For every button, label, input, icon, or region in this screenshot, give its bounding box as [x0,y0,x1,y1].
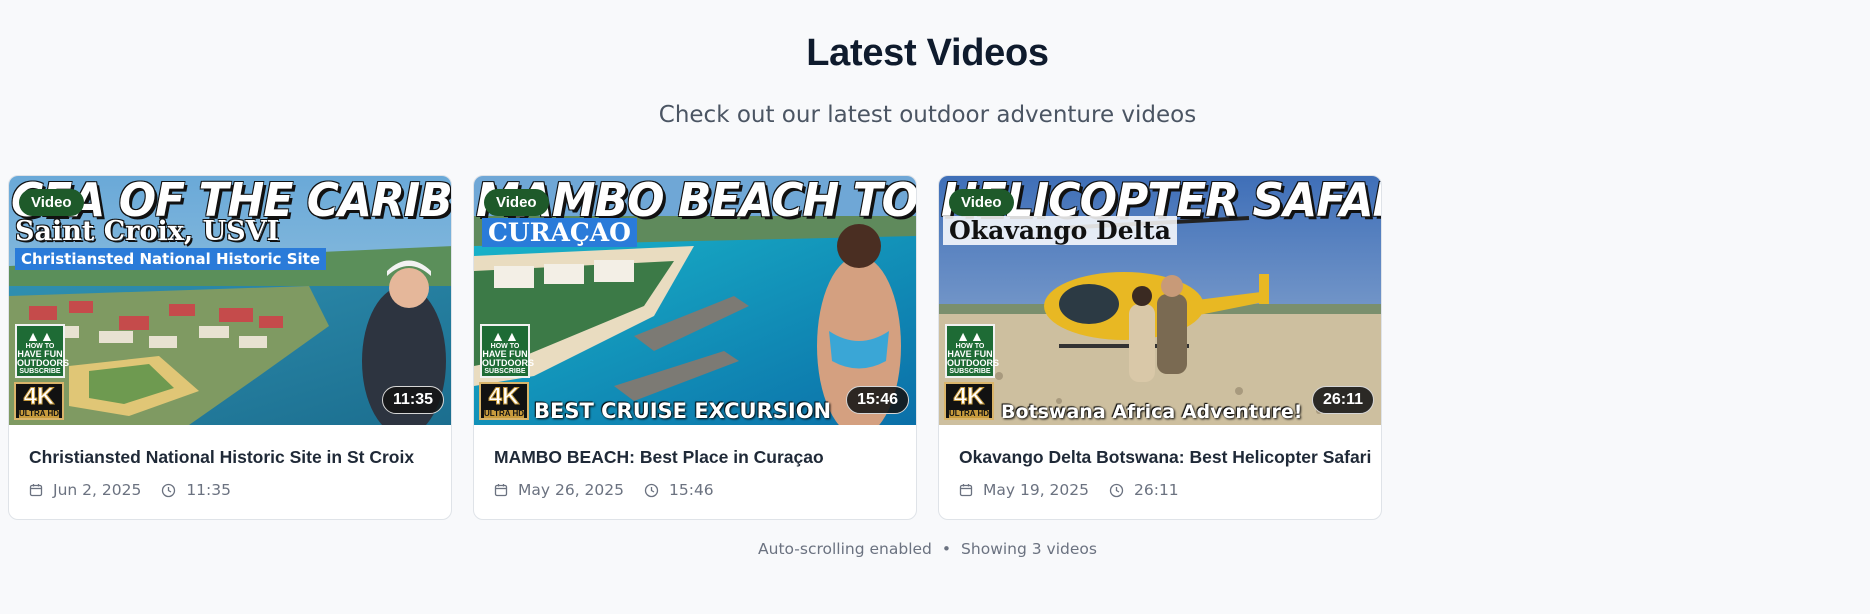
quality-4k-badge: 4K ULTRA HD [14,382,64,420]
section-subtitle: Check out our latest outdoor adventure v… [658,102,1197,128]
clock-icon [644,483,659,497]
video-duration: 15:46 [669,481,714,499]
video-type-badge: Video [484,189,549,216]
thumbnail-caption-text: BEST CRUISE EXCURSION [534,399,832,423]
duration-badge: 15:46 [846,386,909,414]
video-card[interactable]: CEA OF THE CARIBBEAN! Saint Croix, USVI … [8,175,452,520]
video-thumbnail[interactable]: CEA OF THE CARIBBEAN! Saint Croix, USVI … [9,176,451,425]
channel-logo: ▲▲ HOW TO HAVE FUN OUTDOORS SUBSCRIBE [945,324,1000,378]
quality-ultrahd-label: ULTRA HD [949,409,989,418]
quality-4k-label: 4K [23,383,55,410]
channel-logo-line: SUBSCRIBE [949,368,991,375]
quality-4k-badge: 4K ULTRA HD [479,382,529,420]
video-thumbnail[interactable]: HELICOPTER SAFARI! Okavango Delta Video … [939,176,1381,425]
calendar-icon [959,484,973,497]
video-type-badge: Video [949,189,1014,216]
thumbnail-place-text: CURAÇAO [482,218,637,247]
video-meta: May 26, 2025 15:46 [494,481,714,499]
video-date: Jun 2, 2025 [53,481,142,499]
thumbnail-caption-text: Botswana Africa Adventure! [1001,401,1303,423]
calendar-icon [494,484,508,497]
latest-videos-section: Latest Videos Check out our latest outdo… [0,0,1870,614]
thumbnail-subtitle-text: Christiansted National Historic Site [15,248,326,270]
channel-logo: ▲▲ HOW TO HAVE FUN OUTDOORS SUBSCRIBE [480,324,535,378]
mountain-icon: ▲▲ [491,328,519,344]
channel-logo-line: OUTDOORS [947,358,1000,368]
mountain-icon: ▲▲ [26,328,54,344]
duration-badge: 26:11 [1311,386,1374,414]
video-title[interactable]: MAMBO BEACH: Best Place in Curaçao [494,447,824,468]
video-title[interactable]: Christiansted National Historic Site in … [29,447,414,468]
video-duration: 11:35 [186,481,231,499]
video-type-badge: Video [19,189,84,216]
quality-ultrahd-label: ULTRA HD [484,409,524,418]
autoscroll-status-text: Auto-scrolling enabled [758,540,932,558]
video-date: May 26, 2025 [518,481,624,499]
calendar-icon [29,484,43,497]
thumbnail-place-text: Okavango Delta [943,216,1177,245]
video-duration: 26:11 [1134,481,1179,499]
video-meta: Jun 2, 2025 11:35 [29,481,231,499]
video-count-text: Showing 3 videos [961,540,1097,558]
video-date: May 19, 2025 [983,481,1089,499]
clock-icon [1109,483,1124,497]
separator-dot: • [941,540,952,558]
channel-logo-line: OUTDOORS [482,358,535,368]
video-card[interactable]: MAMBO BEACH TOUR! CURAÇAO Video ▲▲ HOW T… [473,175,917,520]
clock-icon [162,483,176,497]
section-title: Latest Videos [806,32,1049,74]
video-meta: May 19, 2025 26:11 [959,481,1179,499]
channel-logo-line: SUBSCRIBE [484,368,526,375]
video-thumbnail[interactable]: MAMBO BEACH TOUR! CURAÇAO Video ▲▲ HOW T… [474,176,916,425]
quality-4k-label: 4K [488,383,520,410]
video-title[interactable]: Okavango Delta Botswana: Best Helicopter… [959,447,1371,468]
video-card[interactable]: HELICOPTER SAFARI! Okavango Delta Video … [938,175,1382,520]
channel-logo-line: SUBSCRIBE [19,368,61,375]
mountain-icon: ▲▲ [956,328,984,344]
quality-ultrahd-label: ULTRA HD [19,409,59,418]
video-carousel: CEA OF THE CARIBBEAN! Saint Croix, USVI … [8,175,1382,520]
thumbnail-place-text: Saint Croix, USVI [15,216,280,247]
carousel-status: Auto-scrolling enabled • Showing 3 videos [0,540,1855,558]
channel-logo: ▲▲ HOW TO HAVE FUN OUTDOORS SUBSCRIBE [15,324,70,378]
channel-logo-line: OUTDOORS [17,358,70,368]
quality-4k-label: 4K [953,383,985,410]
quality-4k-badge: 4K ULTRA HD [944,382,994,420]
duration-badge: 11:35 [381,386,444,414]
